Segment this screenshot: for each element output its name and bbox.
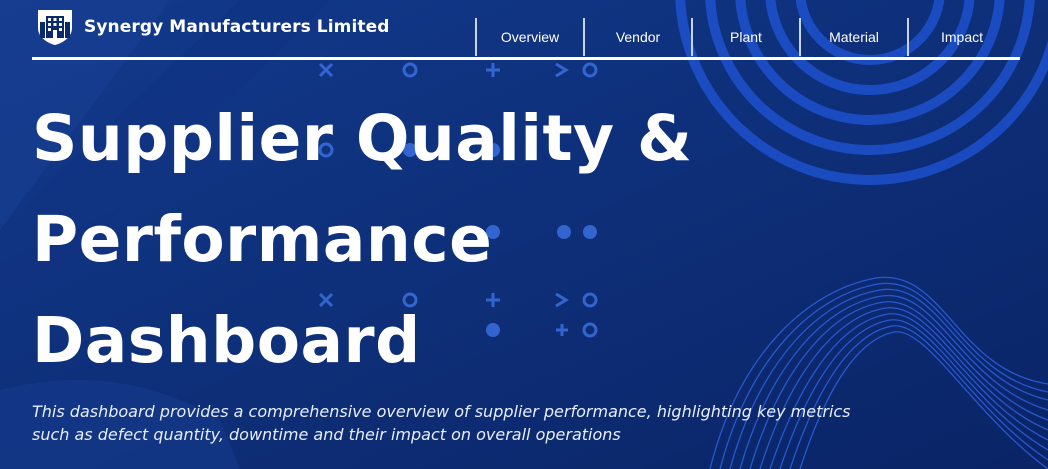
- page-title: Supplier Quality & Performance Dashboard: [32, 88, 693, 391]
- header-divider: [32, 57, 1020, 60]
- title-line-1: Supplier Quality &: [32, 102, 693, 175]
- main-nav: Overview Vendor Plant Material Impact: [475, 18, 1015, 56]
- top-header: Synergy Manufacturers Limited Overview V…: [32, 0, 1020, 60]
- nav-item-impact[interactable]: Impact: [907, 18, 1015, 56]
- title-line-3: Dashboard: [32, 304, 421, 377]
- nav-item-vendor[interactable]: Vendor: [583, 18, 691, 56]
- nav-item-overview[interactable]: Overview: [475, 18, 583, 56]
- title-line-2: Performance: [32, 203, 493, 276]
- page-subtitle: This dashboard provides a comprehensive …: [32, 402, 851, 444]
- company-name: Synergy Manufacturers Limited: [84, 17, 390, 37]
- brand: Synergy Manufacturers Limited: [34, 8, 390, 46]
- nav-item-material[interactable]: Material: [799, 18, 907, 56]
- nav-item-plant[interactable]: Plant: [691, 18, 799, 56]
- building-shield-icon: [38, 10, 72, 45]
